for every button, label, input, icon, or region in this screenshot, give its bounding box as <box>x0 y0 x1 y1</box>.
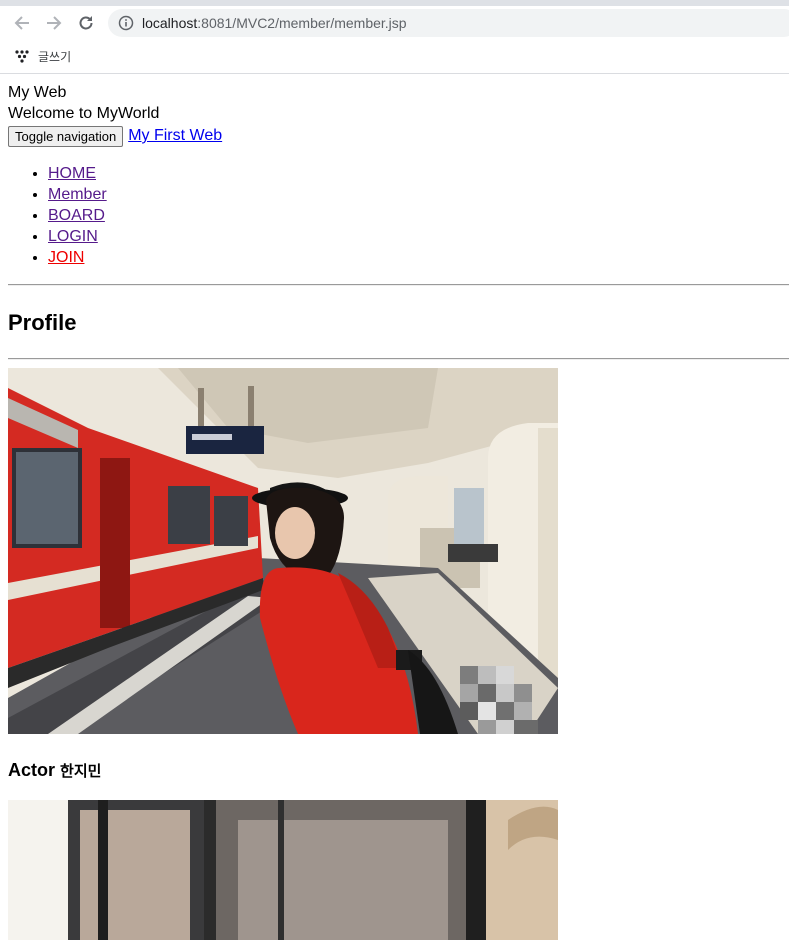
nav-item-home: HOME <box>48 163 107 184</box>
brand-block: My Web Welcome to MyWorld <box>8 82 159 124</box>
nav-item-board: BOARD <box>48 205 107 226</box>
nav-link-login[interactable]: LOGIN <box>48 228 98 245</box>
nav-link-home[interactable]: HOME <box>48 165 96 182</box>
address-bar[interactable]: localhost:8081/MVC2/member/member.jsp <box>108 9 789 37</box>
reload-icon[interactable] <box>76 13 96 33</box>
page-title: Profile <box>8 310 77 335</box>
url-host: localhost <box>142 15 198 31</box>
divider-top <box>8 284 789 286</box>
forward-arrow-icon[interactable] <box>44 13 64 33</box>
nav-item-join: JOIN <box>48 247 107 268</box>
toggle-navigation-button[interactable]: Toggle navigation <box>8 125 124 147</box>
brand-link[interactable]: My First Web <box>128 127 222 145</box>
bookmarks-bar: 글쓰기 <box>0 40 789 74</box>
nav-item-member: Member <box>48 184 107 205</box>
bookmark-label: 글쓰기 <box>38 49 72 64</box>
nav-link-member[interactable]: Member <box>48 186 107 203</box>
browser-toolbar: localhost:8081/MVC2/member/member.jsp <box>0 6 789 40</box>
url-path: :8081/MVC2/member/member.jsp <box>197 15 407 31</box>
nav-link-join[interactable]: JOIN <box>48 249 84 266</box>
divider-bottom <box>8 358 789 360</box>
nav-link-board[interactable]: BOARD <box>48 207 105 224</box>
navbar-header: Toggle navigation My First Web <box>8 125 222 147</box>
bookmark-item[interactable]: 글쓰기 <box>14 46 71 66</box>
nav-menu: HOME Member BOARD LOGIN JOIN <box>8 163 107 268</box>
bookmark-app-icon <box>15 50 29 63</box>
profile-photo <box>8 368 558 734</box>
profile-photo-2 <box>8 800 558 940</box>
nav-item-login: LOGIN <box>48 226 107 247</box>
caption-role: Actor <box>8 760 56 780</box>
profile-caption: Actor 한지민 <box>8 758 101 784</box>
brand-subtitle: Welcome to MyWorld <box>8 105 160 122</box>
url-text: localhost:8081/MVC2/member/member.jsp <box>142 15 407 31</box>
back-arrow-icon[interactable] <box>12 13 32 33</box>
brand-title: My Web <box>8 84 67 101</box>
info-icon[interactable] <box>118 15 134 31</box>
caption-name: 한지민 <box>60 763 102 780</box>
